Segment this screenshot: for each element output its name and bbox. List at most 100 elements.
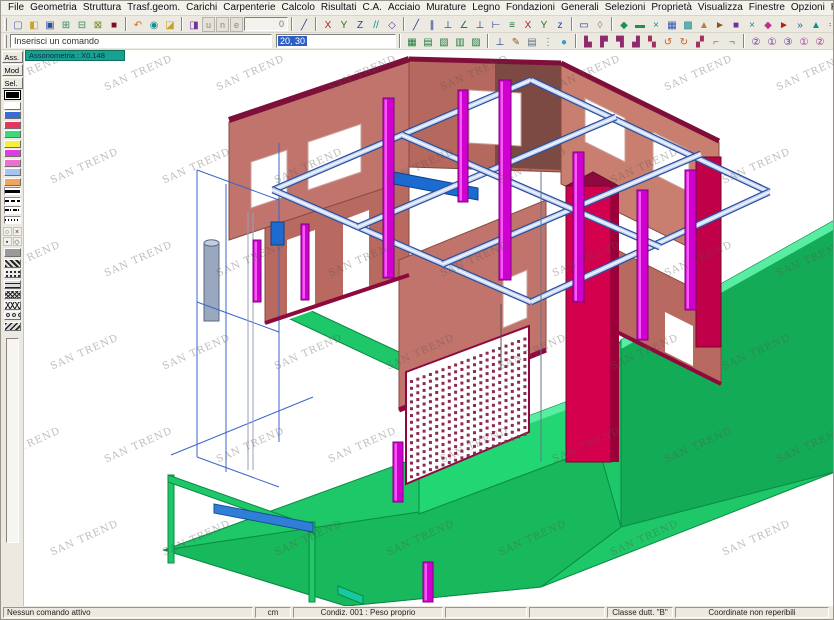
button-u[interactable]: u bbox=[202, 17, 215, 32]
sidebar-button-modello[interactable]: Mod bbox=[2, 64, 23, 76]
menu-trasfgeom[interactable]: Trasf.geom. bbox=[124, 1, 183, 15]
copy-tool-icon[interactable]: » bbox=[792, 17, 808, 32]
nodesym-diamond[interactable]: ◇ bbox=[13, 237, 22, 246]
undo-icon[interactable]: ↶ bbox=[130, 17, 146, 32]
pattern-rings[interactable] bbox=[4, 311, 21, 320]
toolbar-grip[interactable] bbox=[4, 35, 7, 48]
menu-geometria[interactable]: Geometria bbox=[27, 1, 80, 15]
section-3-icon[interactable]: ▜ bbox=[612, 34, 628, 49]
linestyle-dashdot[interactable] bbox=[4, 206, 21, 214]
button-n[interactable]: n bbox=[216, 17, 229, 32]
wall-fill-1-icon[interactable]: ▦ bbox=[404, 34, 420, 49]
pattern-zigzag[interactable] bbox=[4, 322, 21, 331]
flip-icon[interactable]: ▞ bbox=[692, 34, 708, 49]
pattern-dots[interactable] bbox=[4, 269, 21, 278]
menu-propriet[interactable]: Proprietà bbox=[648, 1, 695, 15]
wave-tool-icon[interactable]: ≈ bbox=[824, 17, 831, 32]
mesh-tool-icon[interactable]: ▩ bbox=[680, 17, 696, 32]
menu-opzioni[interactable]: Opzioni bbox=[788, 1, 828, 15]
draw-line-icon[interactable]: ╱ bbox=[296, 17, 312, 32]
pattern-solid[interactable] bbox=[4, 248, 21, 257]
window-mode-icon[interactable]: ◨ bbox=[186, 17, 202, 32]
pattern-brick[interactable] bbox=[4, 280, 21, 289]
truss-tool-icon[interactable]: ▲ bbox=[696, 17, 712, 32]
snap-perpendicular-icon[interactable]: ⊥ bbox=[440, 17, 456, 32]
list-icon[interactable]: ⋮ bbox=[540, 34, 556, 49]
menu-legno[interactable]: Legno bbox=[469, 1, 503, 15]
rotate-right-icon[interactable]: ↻ bbox=[676, 34, 692, 49]
wall-fill-3-icon[interactable]: ▧ bbox=[436, 34, 452, 49]
snap-grid-icon[interactable]: ≡ bbox=[504, 17, 520, 32]
menu-finestre[interactable]: Finestre bbox=[746, 1, 788, 15]
wall-fill-2-icon[interactable]: ▤ bbox=[420, 34, 436, 49]
pattern-weave[interactable] bbox=[4, 290, 21, 299]
linestyle-solid[interactable] bbox=[4, 187, 21, 195]
color-crimson[interactable] bbox=[4, 121, 21, 129]
color-pink[interactable] bbox=[4, 159, 21, 167]
pattern-checker[interactable] bbox=[4, 259, 21, 268]
wall-fill-4-icon[interactable]: ▥ bbox=[452, 34, 468, 49]
point-icon[interactable]: ● bbox=[556, 34, 572, 49]
save-view-icon[interactable]: ⊞ bbox=[58, 17, 74, 32]
solid-tool-icon[interactable]: ■ bbox=[728, 17, 744, 32]
diamond-tool-icon[interactable]: ◆ bbox=[760, 17, 776, 32]
sidebar-button-selezione[interactable]: Sel. bbox=[2, 77, 23, 89]
menu-help[interactable]: Help bbox=[828, 1, 833, 15]
load-case-4-icon[interactable]: ① bbox=[796, 34, 812, 49]
section-2-icon[interactable]: ▛ bbox=[596, 34, 612, 49]
snap-angle-icon[interactable]: ∠ bbox=[456, 17, 472, 32]
wall-fill-5-icon[interactable]: ▨ bbox=[468, 34, 484, 49]
draw-pencil-icon[interactable]: ✎ bbox=[508, 34, 524, 49]
section-4-icon[interactable]: ▟ bbox=[628, 34, 644, 49]
color-lightblue[interactable] bbox=[4, 168, 21, 176]
color-orange[interactable] bbox=[4, 178, 21, 186]
node-tool-icon[interactable]: ◆ bbox=[616, 17, 632, 32]
toolbar-grip[interactable] bbox=[4, 18, 7, 31]
lock-y-icon[interactable]: Y bbox=[336, 17, 352, 32]
nodesym-circle[interactable]: ○ bbox=[3, 227, 12, 236]
snap-x-icon[interactable]: X bbox=[520, 17, 536, 32]
snap-offset-icon[interactable]: ⊢ bbox=[488, 17, 504, 32]
section-1-icon[interactable]: ▙ bbox=[580, 34, 596, 49]
delete-node-icon[interactable]: × bbox=[648, 17, 664, 32]
menu-carpenterie[interactable]: Carpenterie bbox=[220, 1, 278, 15]
menu-risultati[interactable]: Risultati bbox=[318, 1, 360, 15]
menu-generali[interactable]: Generali bbox=[558, 1, 602, 15]
color-yellow[interactable] bbox=[4, 140, 21, 148]
button-e[interactable]: e bbox=[230, 17, 243, 32]
rotate-left-icon[interactable]: ↺ bbox=[660, 34, 676, 49]
model-viewport[interactable]: Assonometria : X0.148 SAN TRENDSAN TREND… bbox=[24, 50, 833, 606]
measure-icon[interactable]: ⌐ bbox=[708, 34, 724, 49]
lock-z-icon[interactable]: Z bbox=[352, 17, 368, 32]
pattern-diamond[interactable] bbox=[4, 301, 21, 310]
viewport-caption[interactable]: Assonometria : X0.148 bbox=[25, 50, 125, 61]
eraser-icon[interactable]: ◊ bbox=[592, 17, 608, 32]
menu-selezioni[interactable]: Selezioni bbox=[602, 1, 649, 15]
menu-murature[interactable]: Murature bbox=[423, 1, 469, 15]
color-white[interactable] bbox=[4, 102, 21, 110]
snap-y-icon[interactable]: Y bbox=[536, 17, 552, 32]
extrude-tool-icon[interactable]: ► bbox=[712, 17, 728, 32]
load-combo-icon[interactable]: ◆ bbox=[828, 34, 831, 49]
nodesym-cross[interactable]: × bbox=[13, 227, 22, 236]
nodesym-square[interactable]: ▪ bbox=[3, 237, 12, 246]
load-case-2-icon[interactable]: ② bbox=[748, 34, 764, 49]
rotate-tool-icon[interactable]: ▲ bbox=[808, 17, 824, 32]
reload-icon[interactable]: ◪ bbox=[162, 17, 178, 32]
menu-calcolo[interactable]: Calcolo bbox=[279, 1, 318, 15]
open-folder-icon[interactable]: ◧ bbox=[26, 17, 42, 32]
snap-z-icon[interactable]: z bbox=[552, 17, 568, 32]
beam-tool-icon[interactable]: ▬ bbox=[632, 17, 648, 32]
snap-line-icon[interactable]: ╱ bbox=[408, 17, 424, 32]
linestyle-dots[interactable] bbox=[4, 216, 21, 224]
command-input[interactable] bbox=[10, 34, 272, 48]
new-file-icon[interactable]: ▢ bbox=[10, 17, 26, 32]
capture-view-icon[interactable]: ⊠ bbox=[90, 17, 106, 32]
color-black[interactable] bbox=[4, 90, 21, 100]
coordinate-input[interactable]: 20, 30 bbox=[276, 34, 396, 48]
restore-view-icon[interactable]: ⊟ bbox=[74, 17, 90, 32]
polygon-icon[interactable]: ◇ bbox=[384, 17, 400, 32]
snap-base-icon[interactable]: ⊥ bbox=[472, 17, 488, 32]
linestyle-dash[interactable] bbox=[4, 197, 21, 205]
menu-file[interactable]: File bbox=[5, 1, 27, 15]
